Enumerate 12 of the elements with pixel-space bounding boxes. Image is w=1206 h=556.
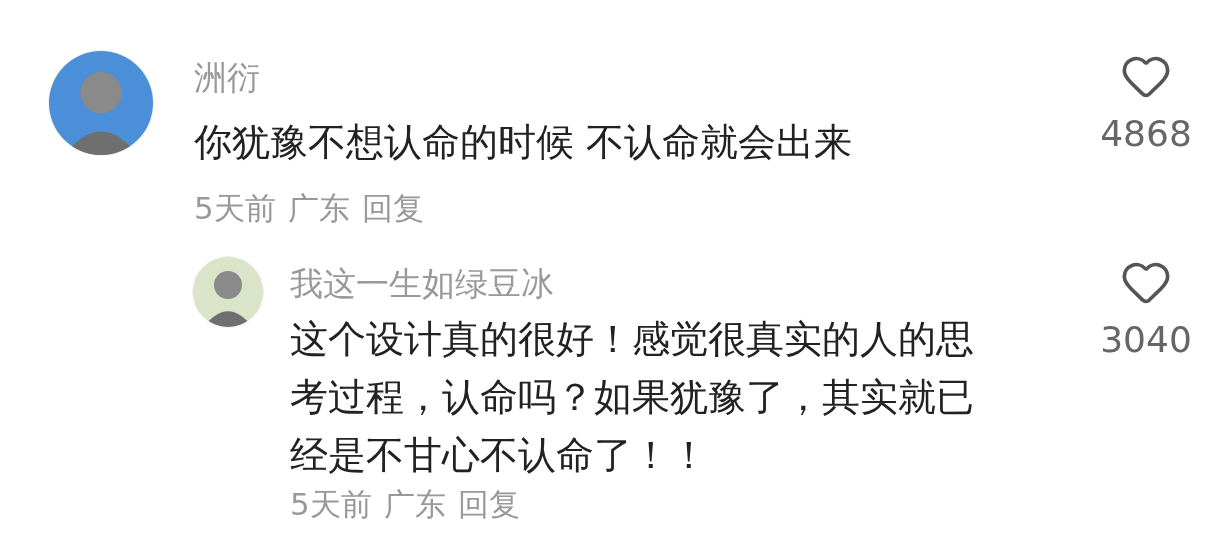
like-count: 3040 (1100, 322, 1192, 358)
author-name[interactable]: 洲衍 (194, 56, 1076, 100)
comment-text: 这个设计真的很好！感觉很真实的人的思考过程，认命吗？如果犹豫了，其实就已经是不甘心不认命了！！ (290, 316, 975, 479)
comment-location: 广东 (383, 485, 446, 524)
comment-location: 广东 (287, 189, 350, 228)
comment-time: 5天前 (290, 485, 372, 524)
reply-link[interactable]: 回复 (361, 186, 424, 230)
reply-link[interactable]: 回复 (457, 484, 520, 524)
author-name[interactable]: 我这一生如绿豆冰 (290, 262, 1076, 306)
comment-time: 5天前 (194, 189, 276, 228)
comment-text: 你犹豫不想认命的时候 不认命就会出来 (194, 119, 854, 166)
like-count: 4868 (1100, 116, 1192, 152)
